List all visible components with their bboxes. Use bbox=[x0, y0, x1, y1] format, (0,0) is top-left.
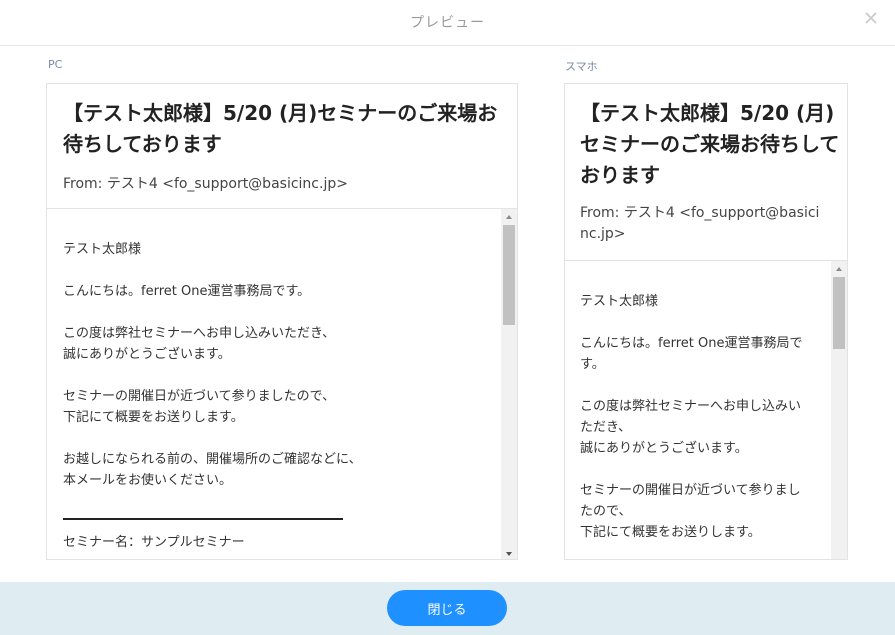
pc-body-intro: こんにちは。ferret One運営事務局です。 bbox=[63, 284, 311, 299]
pc-body-greeting: テスト太郎様 bbox=[63, 242, 142, 257]
sp-email-from: From: テスト4 <fo_support@basicinc.jp> bbox=[580, 205, 820, 242]
pc-email-subject: 【テスト太郎様】5/20 (月)セミナーのご来場お待ちしております bbox=[63, 101, 498, 156]
modal-title: プレビュー bbox=[410, 15, 485, 31]
pc-preview-panel: 【テスト太郎様】5/20 (月)セミナーのご来場お待ちしております From: … bbox=[46, 83, 518, 560]
pc-body-thanks: この度は弊社セミナーへお申し込みいただき、 誠にありがとうございます。 bbox=[63, 326, 336, 362]
sp-email-subject: 【テスト太郎様】5/20 (月)セミナーのご来場お待ちしております bbox=[580, 101, 840, 187]
pc-scrollbar[interactable] bbox=[501, 209, 517, 559]
pc-email-body[interactable]: テスト太郎様 こんにちは。ferret One運営事務局です。 この度は弊社セミ… bbox=[47, 209, 517, 559]
close-button[interactable]: 閉じる bbox=[387, 590, 507, 626]
modal-header: プレビュー bbox=[0, 0, 895, 46]
sp-email-header: 【テスト太郎様】5/20 (月)セミナーのご来場お待ちしております From: … bbox=[565, 84, 847, 261]
pc-body-note: お越しになられる前の、開催場所のご確認などに、 本メールをお使いください。 bbox=[63, 452, 362, 488]
close-icon[interactable] bbox=[863, 10, 879, 26]
pc-email-header: 【テスト太郎様】5/20 (月)セミナーのご来場お待ちしております From: … bbox=[47, 84, 517, 209]
sp-label: スマホ bbox=[565, 60, 598, 73]
pc-body-divider bbox=[63, 518, 343, 520]
modal-footer: 閉じる bbox=[0, 582, 895, 635]
sp-body-thanks: この度は弊社セミナーへお申し込みいただき、 誠にありがとうございます。 bbox=[580, 399, 802, 456]
scroll-up-arrow-icon[interactable] bbox=[506, 215, 512, 219]
scroll-down-arrow-icon[interactable] bbox=[506, 552, 512, 556]
pc-email-from: From: テスト4 <fo_support@basicinc.jp> bbox=[63, 176, 348, 192]
pc-body-seminar-name: セミナー名：サンプルセミナー bbox=[63, 535, 245, 550]
scroll-up-arrow-icon[interactable] bbox=[836, 267, 842, 271]
sp-scrollbar-thumb[interactable] bbox=[833, 277, 845, 349]
sp-body-overview: セミナーの開催日が近づいて参りましたので、 下記にて概要をお送りします。 bbox=[580, 483, 801, 540]
sp-scrollbar[interactable] bbox=[831, 261, 847, 559]
pc-body-overview: セミナーの開催日が近づいて参りましたので、 下記にて概要をお送りします。 bbox=[63, 389, 336, 425]
pc-label: PC bbox=[48, 58, 63, 71]
sp-preview-panel: 【テスト太郎様】5/20 (月)セミナーのご来場お待ちしております From: … bbox=[564, 83, 848, 560]
sp-body-greeting: テスト太郎様 bbox=[580, 294, 659, 309]
pc-scrollbar-thumb[interactable] bbox=[503, 225, 515, 325]
sp-email-body[interactable]: テスト太郎様 こんにちは。ferret One運営事務局です。 この度は弊社セミ… bbox=[565, 261, 847, 559]
sp-body-intro: こんにちは。ferret One運営事務局です。 bbox=[580, 336, 803, 372]
